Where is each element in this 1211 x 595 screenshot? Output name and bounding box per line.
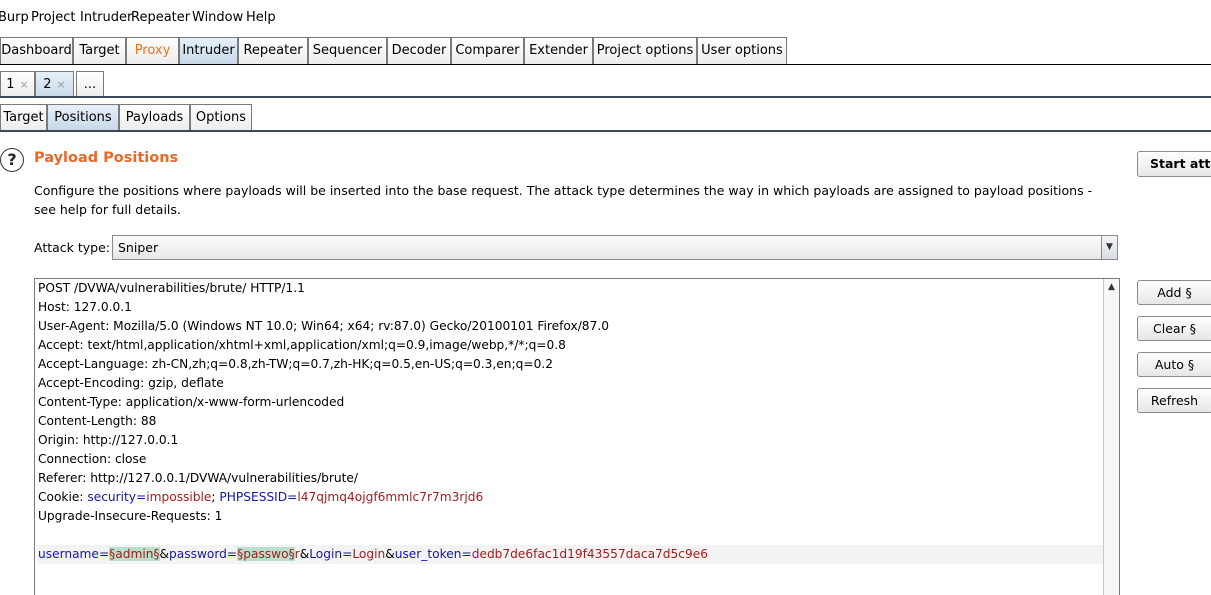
equals-sign: = [461,547,472,561]
header-line: Accept: text/html,application/xhtml+xml,… [38,338,566,352]
request-line: POST /DVWA/vulnerabilities/brute/ HTTP/1… [38,281,305,295]
refresh-button[interactable]: Refresh [1137,388,1211,413]
instance-tab-1[interactable]: 1 × [0,71,35,98]
instance-tab-bar: 1 × 2 × ... [0,71,1211,99]
body-param-name: username [38,547,99,561]
body-param-name: Login [309,547,343,561]
sub-tab-bar: Target Positions Payloads Options [0,104,1211,132]
auto-markers-button[interactable]: Auto § [1137,352,1211,377]
chevron-down-icon[interactable]: ▼ [1101,236,1117,259]
body-param-name: password [169,547,227,561]
body-line: username=§admin§&password=§passwo§r&Logi… [37,545,1103,564]
sub-tab-divider [0,130,1211,132]
menu-repeater[interactable]: Repeater [131,10,190,25]
request-editor[interactable]: POST /DVWA/vulnerabilities/brute/ HTTP/1… [34,278,1120,595]
tab-intruder[interactable]: Intruder [179,37,238,64]
ampersand: & [159,547,170,561]
instance-tab-2[interactable]: 2 × [35,71,74,98]
header-line: Referer: http://127.0.0.1/DVWA/vulnerabi… [38,471,359,485]
equals-sign: = [287,490,298,504]
tab-extender[interactable]: Extender [524,37,593,64]
cookie-param-value: impossible [146,490,212,504]
main-tab-bar: Dashboard Target Proxy Intruder Repeater… [0,37,1211,65]
subtab-target[interactable]: Target [0,104,47,131]
tab-project-options[interactable]: Project options [593,37,697,64]
tab-repeater[interactable]: Repeater [238,37,308,64]
payload-marker: §passwo§ [237,547,295,561]
subtab-payloads[interactable]: Payloads [119,104,190,131]
section-title: Payload Positions [34,150,179,166]
body-param-value: Login [352,547,386,561]
header-line: Content-Type: application/x-www-form-url… [38,395,345,409]
tab-decoder[interactable]: Decoder [387,37,451,64]
menu-project[interactable]: Project [31,10,75,25]
header-line: Accept-Encoding: gzip, deflate [38,376,224,390]
tab-target[interactable]: Target [73,37,126,64]
instance-tab-new[interactable]: ... [76,71,104,98]
header-line: Upgrade-Insecure-Requests: 1 [38,509,223,523]
request-text: POST /DVWA/vulnerabilities/brute/ HTTP/1… [37,279,1103,564]
cookie-param-name: PHPSESSID [219,490,288,504]
header-line: Content-Length: 88 [38,414,157,428]
editor-scrollbar[interactable]: ▲ [1103,279,1119,595]
ampersand: & [299,547,310,561]
attack-type-select[interactable]: Sniper ▼ [112,235,1118,260]
subtab-positions[interactable]: Positions [47,104,119,131]
body-param-name: user_token [394,547,462,561]
main-tab-divider [0,64,1211,65]
attack-type-value: Sniper [118,240,159,255]
ampersand: & [385,547,395,561]
tab-user-options[interactable]: User options [697,37,787,64]
instance-tab-label: 1 [6,77,15,92]
menu-window[interactable]: Window [192,10,243,25]
subtab-options[interactable]: Options [190,104,252,131]
close-icon[interactable]: × [20,78,29,91]
cookie-label: Cookie: [38,490,88,504]
header-line: Origin: http://127.0.0.1 [38,433,179,447]
equals-sign: = [136,490,147,504]
instance-tab-label: 2 [43,77,52,92]
section-description: Configure the positions where payloads w… [34,183,1093,217]
add-marker-button[interactable]: Add § [1137,280,1211,305]
header-line: User-Agent: Mozilla/5.0 (Windows NT 10.0… [38,319,609,333]
menu-help[interactable]: Help [246,10,276,25]
tab-dashboard[interactable]: Dashboard [0,37,73,64]
tab-sequencer[interactable]: Sequencer [308,37,387,64]
equals-sign: = [226,547,238,561]
close-icon[interactable]: × [57,78,66,91]
menu-burp[interactable]: Burp [0,10,29,25]
menu-intruder[interactable]: Intruder [80,10,132,25]
instance-tab-divider [0,96,1211,98]
header-line: Host: 127.0.0.1 [38,300,132,314]
cookie-line: Cookie: security=impossible; PHPSESSID=l… [37,488,1103,507]
cookie-param-name: security [87,490,137,504]
tab-proxy[interactable]: Proxy [126,37,179,64]
payload-marker: §admin§ [109,547,160,561]
attack-type-label: Attack type: [34,240,111,255]
header-line: Connection: close [38,452,147,466]
help-icon[interactable]: ? [0,148,24,172]
menu-bar: Burp Project Intruder Repeater Window He… [0,8,1211,28]
equals-sign: = [342,547,353,561]
tab-comparer[interactable]: Comparer [451,37,524,64]
equals-sign: = [98,547,110,561]
start-attack-button[interactable]: Start attack [1137,151,1211,177]
body-param-value: dedb7de6fac1d19f43557daca7d5c9e6 [471,547,708,561]
header-line: Accept-Language: zh-CN,zh;q=0.8,zh-TW;q=… [38,357,553,371]
cookie-param-value: l47qjmq4ojgf6mmlc7r7m3rjd6 [297,490,484,504]
scroll-up-icon[interactable]: ▲ [1104,280,1119,295]
clear-markers-button[interactable]: Clear § [1137,316,1211,341]
